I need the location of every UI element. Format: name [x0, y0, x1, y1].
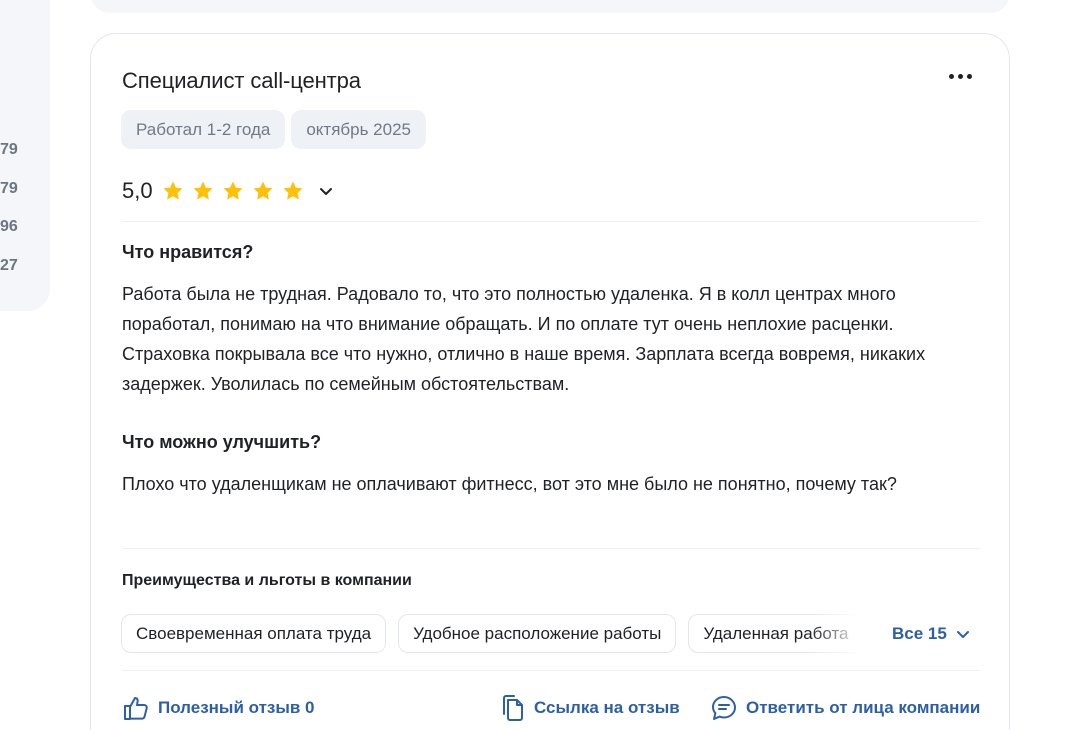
benefits-show-all-label: Все 15: [892, 624, 947, 643]
helpful-review-label: Полезный отзыв 0: [158, 698, 315, 717]
divider: [122, 221, 980, 222]
more-dots-icon[interactable]: [949, 74, 977, 84]
tag-date: октябрь 2025: [291, 110, 426, 149]
divider: [122, 670, 980, 671]
star-icon: [193, 181, 213, 200]
chevron-down-icon: [956, 631, 969, 638]
reply-as-company-button[interactable]: Ответить от лица компании: [710, 694, 980, 722]
rating-block: 5,0: [122, 178, 335, 204]
chat-bubble-icon: [712, 696, 736, 720]
left-count-1: 79: [0, 141, 18, 158]
likes-heading: Что нравится?: [122, 242, 254, 262]
benefits-heading: Преимущества и льготы в компании: [122, 572, 412, 589]
improve-text: Плохо что удаленщикам не оплачивают фитн…: [122, 474, 897, 494]
star-icon: [223, 181, 243, 200]
likes-text: Работа была не трудная. Радовало то, что…: [122, 284, 926, 394]
review-tags: Работал 1-2 года октябрь 2025: [121, 110, 426, 149]
reply-as-company-label: Ответить от лица компании: [746, 698, 981, 717]
previous-card: [90, 0, 1010, 13]
rating-stars: [161, 179, 305, 203]
left-count-2: 79: [0, 180, 18, 197]
divider: [122, 548, 980, 549]
star-icon: [283, 181, 303, 200]
review-card: Специалист call-центра Работал 1-2 года …: [90, 33, 1010, 730]
helpful-review-button[interactable]: Полезный отзыв 0: [122, 694, 315, 722]
left-count-3: 96: [0, 218, 18, 235]
review-title: Специалист call-центра: [122, 68, 361, 93]
star-icon: [163, 181, 183, 200]
review-link-button[interactable]: Ссылка на отзыв: [500, 694, 680, 722]
chevron-down-icon[interactable]: [317, 182, 335, 200]
benefits-fade: [811, 614, 871, 654]
thumbs-up-icon: [124, 697, 148, 720]
star-icon: [253, 181, 273, 200]
benefits-show-all-button[interactable]: Все 15: [892, 624, 971, 644]
review-link-label: Ссылка на отзыв: [534, 698, 680, 717]
left-count-4: 27: [0, 257, 18, 274]
copy-icon: [503, 695, 523, 721]
benefit-chip[interactable]: Своевременная оплата труда: [121, 614, 387, 653]
improve-heading: Что можно улучшить?: [122, 432, 322, 452]
tag-experience: Работал 1-2 года: [121, 110, 286, 149]
benefits-list: Своевременная оплата труда Удобное распо…: [121, 614, 861, 654]
rating-value: 5,0: [122, 178, 153, 203]
benefit-chip[interactable]: Удобное расположение работы: [398, 614, 677, 653]
